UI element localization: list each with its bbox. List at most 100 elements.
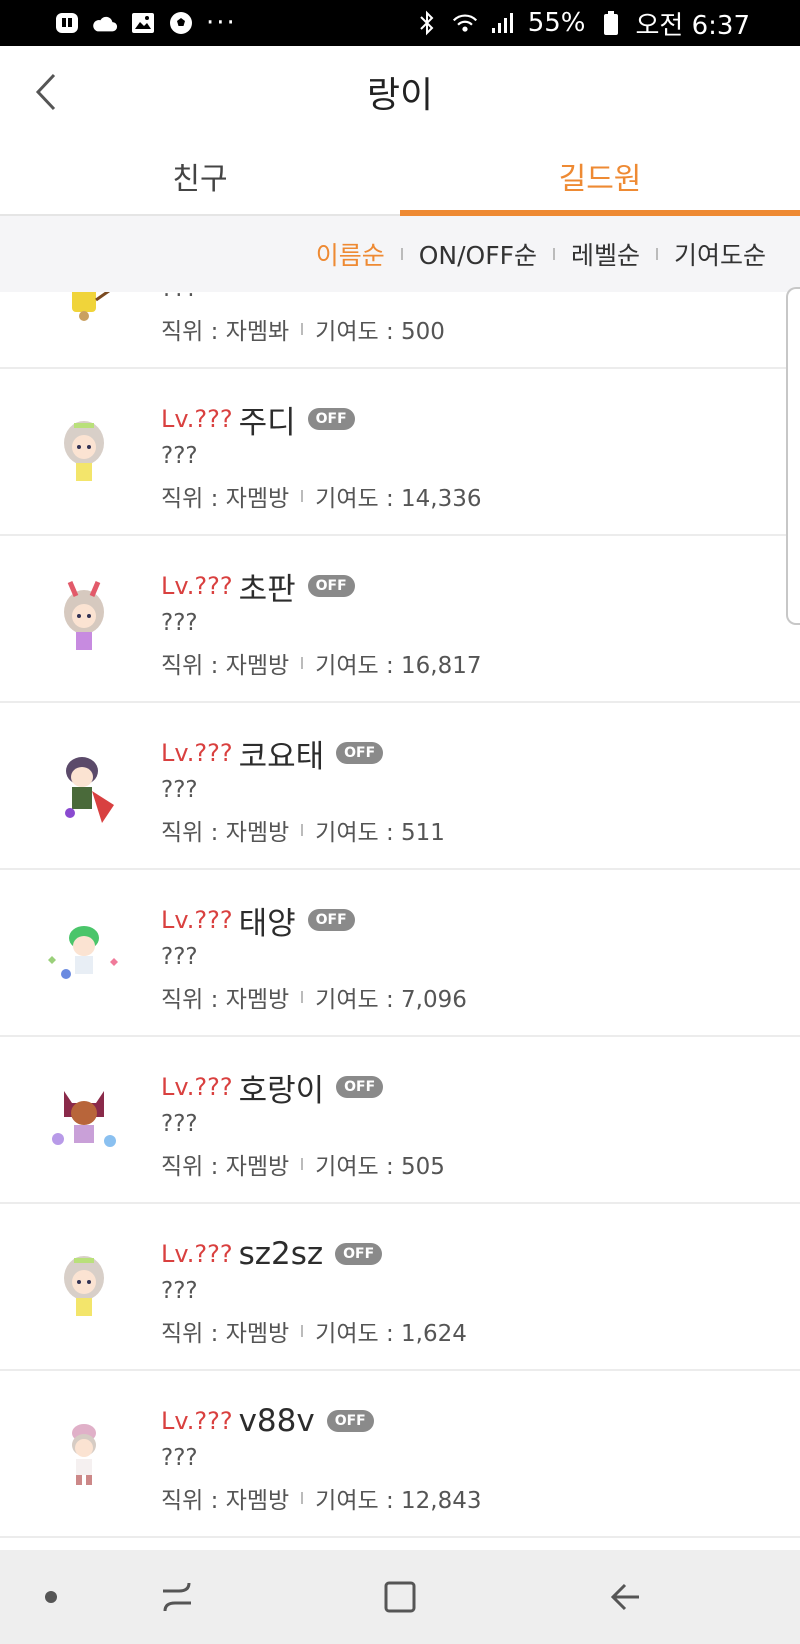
avatar	[44, 1077, 124, 1163]
divider	[655, 248, 658, 260]
offline-badge: OFF	[336, 1076, 384, 1098]
clock: 오전 6:37	[635, 10, 751, 41]
list-item[interactable]: Lv.??? sz2sz OFF ??? 직위 : 자멤방 기여도 : 1,62…	[0, 1204, 800, 1371]
list-item[interactable]: Lv.??? 호랑이 OFF ??? 직위 : 자멤방 기여도 : 505	[0, 1037, 800, 1204]
list-item[interactable]: Lv.??? 주디 OFF ??? 직위 : 자멤방 기여도 : 14,336	[0, 369, 800, 536]
member-name: 주디	[238, 404, 296, 441]
status-left-icons: ···	[54, 8, 237, 38]
member-info: Lv.??? 코요태 OFF ??? 직위 : 자멤방 기여도 : 511	[161, 731, 445, 847]
member-status: ???	[161, 610, 198, 636]
member-status: ???	[161, 777, 198, 803]
member-level: Lv.???	[161, 405, 233, 433]
divider	[301, 1492, 304, 1504]
member-title-line: Lv.??? 주디 OFF	[161, 397, 482, 441]
battery-icon	[598, 10, 624, 36]
divider	[301, 490, 304, 502]
divider	[552, 248, 555, 260]
member-title-line: Lv.??? 초판 OFF	[161, 564, 482, 608]
member-list[interactable]: ??? 직위 : 자멤봐 기여도 : 500 Lv.??? 주디 OFF ???	[0, 292, 800, 1550]
member-title-line: Lv.??? sz2sz OFF	[161, 1232, 467, 1276]
avatar	[44, 1411, 124, 1497]
offline-badge: OFF	[326, 1410, 374, 1432]
member-status: ???	[161, 944, 198, 970]
member-list-content: ??? 직위 : 자멤봐 기여도 : 500 Lv.??? 주디 OFF ???	[0, 292, 800, 1538]
image-icon	[130, 10, 156, 36]
list-item[interactable]: ??? 직위 : 자멤봐 기여도 : 500	[0, 292, 800, 369]
tab-guild-members[interactable]: 길드원	[400, 138, 800, 216]
offline-badge: OFF	[307, 909, 355, 931]
member-contribution: 기여도 : 12,843	[315, 1488, 482, 1514]
sort-by-contribution[interactable]: 기여도순	[674, 236, 766, 272]
member-status: ???	[161, 1111, 198, 1137]
member-contribution: 기여도 : 505	[315, 1154, 445, 1180]
member-level: Lv.???	[161, 1240, 233, 1268]
offline-badge: OFF	[335, 1243, 383, 1265]
member-name: sz2sz	[238, 1236, 324, 1272]
tab-bar: 친구 길드원	[0, 138, 800, 216]
wifi-icon	[452, 10, 478, 36]
member-info: Lv.??? 초판 OFF ??? 직위 : 자멤방 기여도 : 16,817	[161, 564, 482, 680]
tab-friends[interactable]: 친구	[0, 138, 400, 214]
member-position: 직위 : 자멤방	[161, 987, 290, 1013]
sort-by-online[interactable]: ON/OFF순	[419, 236, 537, 272]
member-title-line: Lv.??? v88v OFF	[161, 1399, 482, 1443]
sort-by-name[interactable]: 이름순	[316, 236, 385, 272]
member-name: 태양	[238, 905, 296, 942]
offline-badge: OFF	[307, 575, 355, 597]
member-contribution: 기여도 : 511	[315, 820, 445, 846]
member-position: 직위 : 자멤방	[161, 820, 290, 846]
list-item[interactable]: Lv.??? 코요태 OFF ??? 직위 : 자멤방 기여도 : 511	[0, 703, 800, 870]
dot-indicator-icon	[26, 1572, 76, 1622]
member-position: 직위 : 자멤방	[161, 1488, 290, 1514]
divider	[400, 248, 403, 260]
page-title: 랑이	[366, 75, 434, 116]
avatar	[44, 576, 124, 662]
divider	[301, 657, 304, 669]
member-info: Lv.??? sz2sz OFF ??? 직위 : 자멤방 기여도 : 1,62…	[161, 1232, 467, 1348]
avatar	[44, 1244, 124, 1330]
divider	[301, 824, 304, 836]
member-status: ???	[161, 443, 198, 469]
member-level: Lv.???	[161, 572, 233, 600]
offline-badge: OFF	[307, 408, 355, 430]
member-meta: 직위 : 자멤방 기여도 : 505	[161, 1147, 445, 1181]
member-info: Lv.??? 주디 OFF ??? 직위 : 자멤방 기여도 : 14,336	[161, 397, 482, 513]
cloud-icon	[92, 10, 118, 36]
member-level: Lv.???	[161, 1073, 233, 1101]
member-meta: 직위 : 자멤방 기여도 : 1,624	[161, 1314, 467, 1348]
member-position: 직위 : 자멤방	[161, 653, 290, 679]
member-title-line: Lv.??? 코요태 OFF	[161, 731, 445, 775]
scrollbar[interactable]	[786, 287, 800, 625]
list-item[interactable]: Lv.??? 태양 OFF ??? 직위 : 자멤방 기여도 : 7,096	[0, 870, 800, 1037]
status-bar: ··· 55% 오전 6:37	[0, 0, 800, 46]
soccer-ball-icon	[168, 10, 194, 36]
back-arrow-icon	[610, 1583, 639, 1611]
member-position: 직위 : 자멤방	[161, 486, 290, 512]
divider	[301, 323, 304, 335]
member-contribution: 기여도 : 14,336	[315, 486, 482, 512]
list-item[interactable]: Lv.??? 초판 OFF ??? 직위 : 자멤방 기여도 : 16,817	[0, 536, 800, 703]
battery-percent: 55%	[527, 8, 586, 38]
recent-apps-button[interactable]	[152, 1572, 202, 1622]
member-meta: 직위 : 자멤방 기여도 : 14,336	[161, 479, 482, 513]
member-level: Lv.???	[161, 1407, 233, 1435]
home-icon	[384, 1581, 416, 1613]
member-status: ???	[161, 292, 445, 310]
nav-back-button[interactable]	[600, 1572, 650, 1622]
status-right-icons: 55% 오전 6:37	[414, 5, 750, 42]
u-plus-icon	[54, 10, 80, 36]
sort-bar: 이름순 ON/OFF순 레벨순 기여도순	[0, 216, 800, 292]
member-status: ???	[161, 1445, 198, 1471]
member-info: Lv.??? 호랑이 OFF ??? 직위 : 자멤방 기여도 : 505	[161, 1065, 445, 1181]
member-title-line: Lv.??? 태양 OFF	[161, 898, 467, 942]
more-notifications-icon: ···	[206, 8, 237, 38]
sort-by-level[interactable]: 레벨순	[571, 236, 640, 272]
member-position: 직위 : 자멤방	[161, 1321, 290, 1347]
list-item[interactable]: Lv.??? v88v OFF ??? 직위 : 자멤방 기여도 : 12,84…	[0, 1371, 800, 1538]
divider	[301, 1325, 304, 1337]
header: 랑이	[0, 46, 800, 138]
member-position: 직위 : 자멤봐	[161, 319, 290, 345]
member-status: ???	[161, 1278, 198, 1304]
home-button[interactable]	[375, 1572, 425, 1622]
offline-badge: OFF	[336, 742, 384, 764]
